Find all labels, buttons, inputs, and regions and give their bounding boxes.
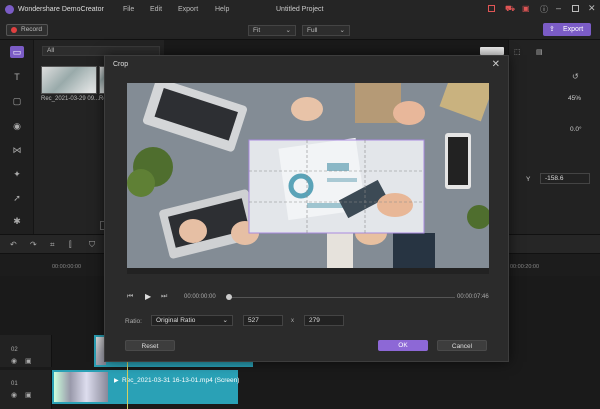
ratio-label: Ratio: [125, 318, 142, 325]
eye-icon[interactable]: ◉ [11, 357, 17, 365]
crop-dialog-title: Crop [113, 61, 129, 68]
properties-panel [508, 40, 600, 234]
skip-back-icon[interactable]: ⏮ [127, 293, 133, 301]
export-label: Export [563, 26, 584, 33]
track-header [0, 370, 52, 409]
rotation-value: 0.0° [570, 126, 582, 133]
menu-edit[interactable]: Edit [150, 6, 162, 13]
chevron-down-icon: ⌄ [222, 317, 228, 324]
undo-icon[interactable]: ↶ [10, 240, 17, 249]
marker-icon[interactable]: ⛉ [89, 240, 95, 250]
ratio-select[interactable]: Original Ratio ⌄ [151, 315, 233, 326]
app-name: Wondershare DemoCreator [18, 6, 104, 13]
minimize-icon[interactable]: – [556, 3, 561, 13]
mail-icon[interactable] [488, 5, 495, 12]
project-title: Untitled Project [276, 6, 324, 13]
menu-help[interactable]: Help [215, 6, 229, 13]
close-window-icon[interactable]: ✕ [588, 3, 596, 14]
crop-height-input[interactable]: 279 [304, 315, 344, 326]
clip-label: Rec_2021-03-31 16-13-01.mp4 (Screen) [122, 377, 240, 384]
chevron-down-icon: ⌄ [339, 27, 345, 34]
position-y-value: -158.6 [545, 175, 564, 182]
zoom-select-value: Fit [253, 27, 261, 34]
seek-bar[interactable] [227, 297, 455, 298]
preview-image [127, 83, 489, 274]
main-toolbar [0, 20, 600, 40]
crop-width-value: 527 [248, 317, 259, 324]
track-number: 02 [11, 347, 18, 353]
redo-icon[interactable]: ↷ [30, 240, 37, 249]
app-logo-icon [5, 5, 14, 14]
dimension-separator: x [291, 318, 294, 324]
lock-icon[interactable]: ▣ [25, 391, 32, 399]
crop-icon[interactable]: ⌗ [50, 240, 55, 250]
annotation-icon[interactable]: ▢ [10, 95, 24, 107]
reset-rotation-icon[interactable]: ↺ [572, 72, 579, 81]
media-item-label: Rec_2021-03-29 09... [41, 96, 100, 102]
ok-button[interactable]: OK [378, 340, 428, 351]
media-library-icon[interactable]: ▭ [10, 46, 24, 58]
gift-icon[interactable]: ▣ [522, 4, 530, 13]
captions-icon[interactable]: ◉ [10, 120, 24, 132]
cancel-button[interactable]: Cancel [437, 340, 487, 351]
media-filter-value: All [47, 47, 55, 54]
split-icon[interactable]: ⫿ [69, 240, 72, 250]
text-icon[interactable]: T [10, 71, 24, 83]
menu-export[interactable]: Export [178, 6, 198, 13]
eye-icon[interactable]: ◉ [11, 391, 17, 399]
scale-value: 45% [568, 95, 582, 102]
skip-forward-icon[interactable]: ⏭ [161, 293, 167, 301]
close-icon[interactable]: ✕ [492, 59, 500, 70]
video-clip-icon: ▶ [114, 378, 119, 384]
track-number: 01 [11, 381, 18, 387]
chevron-down-icon: ⌄ [285, 27, 291, 34]
maximize-icon[interactable] [572, 5, 579, 12]
record-label: Record [21, 26, 42, 33]
play-icon[interactable]: ▶ [145, 292, 151, 301]
current-time: 00:00:00:00 [184, 294, 216, 300]
crop-height-value: 279 [309, 317, 320, 324]
lock-icon[interactable]: ▣ [25, 357, 32, 365]
total-time: 00:00:07:46 [457, 294, 489, 300]
reset-button[interactable]: Reset [125, 340, 175, 351]
help-icon[interactable]: ⓘ [540, 4, 548, 15]
crop-width-input[interactable]: 527 [243, 315, 283, 326]
position-y-input[interactable]: -158.6 [540, 173, 590, 184]
audio-tab-icon[interactable]: ▤ [536, 48, 543, 56]
record-icon [11, 27, 17, 33]
media-thumbnail[interactable] [41, 66, 97, 94]
crop-dialog: Crop ✕ ⏮ ▶ ⏭ 00:00:00:00 00:00:07:46 Rat… [104, 55, 509, 362]
export-button[interactable]: ⇪ Export [543, 23, 591, 36]
quality-select[interactable]: Full ⌄ [302, 25, 350, 36]
left-sidebar [0, 40, 34, 234]
properties-tab[interactable] [480, 47, 504, 55]
zoom-select[interactable]: Fit ⌄ [248, 25, 296, 36]
seek-handle[interactable] [226, 294, 232, 300]
cursor-tab-icon[interactable]: ⬚ [514, 48, 521, 56]
ruler-mid-time: 00:00:20:00 [510, 264, 540, 270]
ruler-start-time: 00:00:00:00 [52, 264, 82, 270]
stickers-icon[interactable]: ✱ [10, 215, 24, 227]
record-button[interactable]: Record [6, 24, 48, 36]
clip-thumbnail [54, 372, 108, 402]
transitions-icon[interactable]: ⋈ [10, 144, 24, 156]
position-y-label: Y [526, 176, 531, 183]
effects-icon[interactable]: ✦ [10, 168, 24, 180]
export-icon: ⇪ [549, 26, 555, 33]
crop-preview [127, 83, 489, 274]
ratio-select-value: Original Ratio [156, 317, 196, 324]
cursor-effects-icon[interactable]: ➚ [10, 192, 24, 204]
quality-select-value: Full [307, 27, 318, 34]
menu-file[interactable]: File [123, 6, 134, 13]
cart-icon[interactable]: ⛟ [505, 4, 515, 14]
